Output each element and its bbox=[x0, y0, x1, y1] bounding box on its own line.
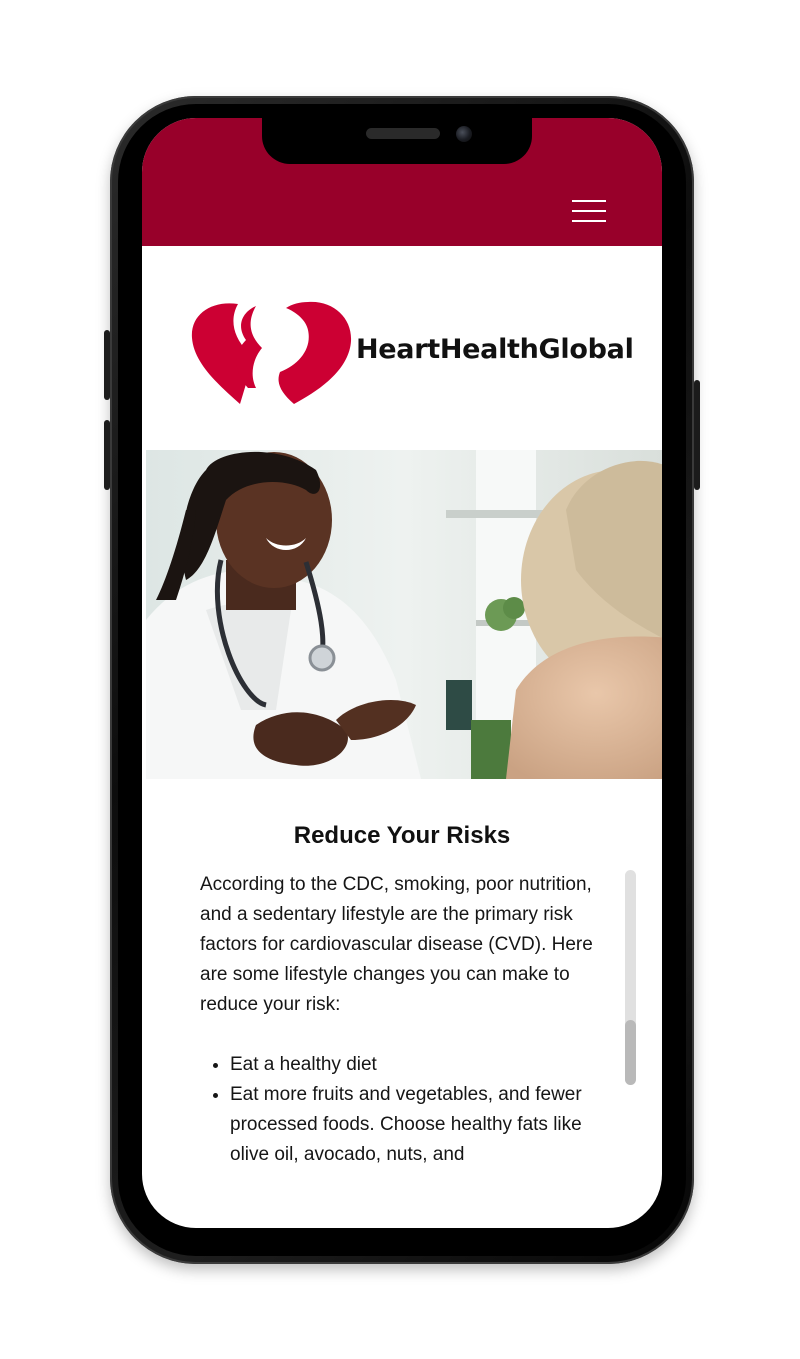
heart-logo-icon bbox=[191, 301, 352, 404]
section-title: Reduce Your Risks bbox=[293, 822, 511, 849]
scrollbar-track[interactable] bbox=[625, 870, 636, 1085]
phone-mockup: HeartHealthGlobal Reduce Your Risks Acco… bbox=[0, 0, 800, 1359]
hero-photo bbox=[146, 450, 662, 779]
brand-logo[interactable]: HeartHealthGlobal bbox=[190, 296, 634, 406]
front-camera-icon bbox=[456, 126, 472, 142]
speaker-grille bbox=[366, 128, 440, 139]
article-content[interactable]: According to the CDC, smoking, poor nutr… bbox=[200, 870, 600, 1168]
hamburger-menu-icon[interactable] bbox=[572, 200, 606, 222]
list-item: Eat more fruits and vegetables, and fewe… bbox=[230, 1080, 600, 1168]
volume-up-button bbox=[104, 330, 110, 400]
doctor-patient-image bbox=[146, 450, 662, 779]
phone-screen: HeartHealthGlobal Reduce Your Risks Acco… bbox=[142, 118, 662, 1228]
tips-list: Eat a healthy diet Eat more fruits and v… bbox=[200, 1050, 600, 1168]
intro-paragraph: According to the CDC, smoking, poor nutr… bbox=[200, 874, 593, 1015]
power-button bbox=[694, 380, 700, 490]
volume-down-button bbox=[104, 420, 110, 490]
brand-name: HeartHealthGlobal bbox=[356, 334, 634, 365]
phone-notch bbox=[262, 118, 532, 164]
scrollbar-thumb[interactable] bbox=[625, 1020, 636, 1085]
list-item: Eat a healthy diet bbox=[230, 1050, 600, 1080]
